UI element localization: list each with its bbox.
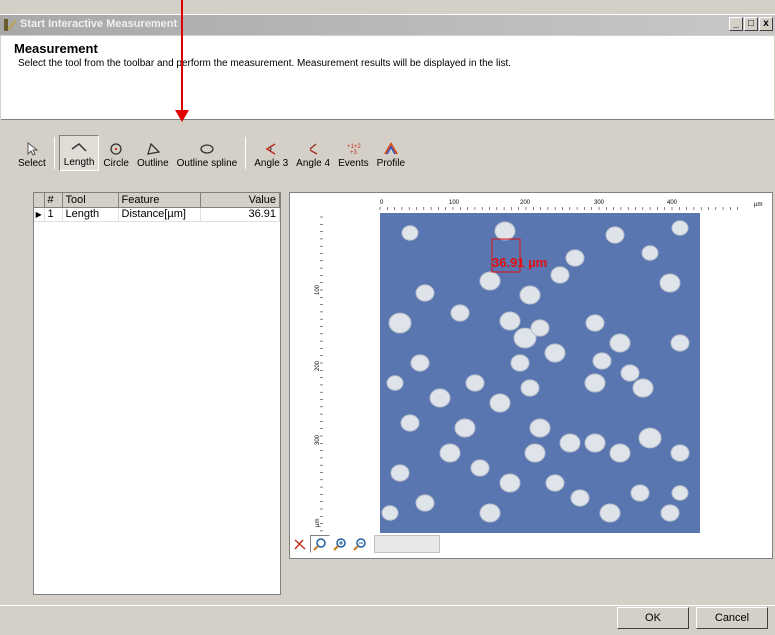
length-line-icon [69,139,89,157]
angle4-icon [303,140,323,158]
minimize-button[interactable]: _ [729,17,743,31]
dialog-window: Start Interactive Measurement _ □ x Meas… [0,14,775,635]
outline-tool-button[interactable]: Outline [133,135,173,171]
toolbar-separator [53,137,55,169]
ruler-top-tick-label: 200 [520,200,531,206]
top-ruler: 0 100 200 300 400 µm [379,200,762,210]
outline-spline-icon [197,140,217,158]
ruler-top-tick-label: 100 [449,200,460,206]
toolbar-separator [245,137,247,169]
remove-measurement-icon[interactable] [290,535,310,553]
annotation-arrow-shaft [181,0,183,112]
col-header-feature[interactable]: Feature [118,193,201,208]
window-title: Start Interactive Measurement [20,18,178,30]
annotation-arrow-head [175,110,189,122]
cancel-button[interactable]: Cancel [696,607,768,629]
zoom-slider[interactable] [374,535,440,553]
angle3-tool-label: Angle 3 [254,158,289,169]
angle3-tool-button[interactable]: Angle 3 [250,135,292,171]
instructions-text: Select the tool from the toolbar and per… [18,58,512,69]
image-view-panel: 0 100 200 300 400 µm 100 200 300 µm 36.9… [289,192,773,559]
select-cursor-icon [22,140,42,158]
maximize-button[interactable]: □ [744,17,758,31]
profile-icon [381,140,401,158]
measurement-toolbar: Select Length Circle Outline Outline spl… [14,135,409,171]
zoom-toolbar [290,535,440,553]
length-tool-button[interactable]: Length [58,135,100,171]
ruler-left-unit: µm [315,519,321,527]
circle-tool-button[interactable]: Circle [99,135,133,171]
table-row[interactable]: ▶ 1 Length Distance[µm] 36.91 [34,207,280,222]
circle-tool-label: Circle [103,158,129,169]
col-header-value[interactable]: Value [200,193,280,208]
col-header-tool[interactable]: Tool [62,193,119,208]
col-header-index[interactable]: # [44,193,63,208]
angle3-icon [261,140,281,158]
events-icon: +1+2 +3 [343,140,363,158]
svg-text:+3: +3 [350,150,358,156]
ruler-top-tick-label: 300 [594,200,605,206]
outline-spline-tool-button[interactable]: Outline spline [173,135,242,171]
left-ruler: 100 200 300 µm [315,216,323,532]
ruler-left-tick-label: 100 [315,284,321,295]
cell-feature: Distance[µm] [118,207,201,222]
footer-divider [0,605,775,606]
profile-tool-button[interactable]: Profile [373,135,409,171]
ruler-top-tick-label: 400 [667,200,678,206]
results-header-row: # Tool Feature Value [34,193,280,208]
measurement-label: 36.91 µm [492,255,547,270]
ruler-top-unit: µm [754,202,762,208]
cell-tool: Length [62,207,119,222]
outline-spline-tool-label: Outline spline [176,158,238,169]
select-tool-label: Select [18,158,46,169]
circle-icon [106,140,126,158]
page-title: Measurement [14,41,98,56]
zoom-fit-icon[interactable] [310,535,330,553]
row-selector-icon: ▶ [34,207,45,222]
angle4-tool-label: Angle 4 [296,158,331,169]
row-indicator-header [34,193,45,208]
zoom-in-icon[interactable] [330,535,350,553]
ruler-top-tick-label: 0 [380,200,384,206]
zoom-out-icon[interactable] [350,535,370,553]
profile-tool-label: Profile [376,158,406,169]
title-bar[interactable]: Start Interactive Measurement _ □ x [0,15,775,35]
events-tool-button[interactable]: +1+2 +3 Events [334,135,373,171]
microscope-image[interactable]: 36.91 µm [380,213,700,533]
ok-button[interactable]: OK [617,607,689,629]
app-icon [4,19,16,31]
cell-index: 1 [44,207,63,222]
close-button[interactable]: x [759,17,773,31]
header-panel: Measurement Select the tool from the too… [1,36,774,120]
events-tool-label: Events [338,158,369,169]
outline-polygon-icon [143,140,163,158]
select-tool-button[interactable]: Select [14,135,50,171]
ruler-left-tick-label: 300 [315,434,321,445]
ruler-left-tick-label: 200 [315,360,321,371]
outline-tool-label: Outline [136,158,169,169]
length-tool-label: Length [63,157,95,168]
cell-value: 36.91 [200,207,280,222]
angle4-tool-button[interactable]: Angle 4 [292,135,334,171]
results-grid[interactable]: # Tool Feature Value ▶ 1 Length Distance… [33,192,281,595]
